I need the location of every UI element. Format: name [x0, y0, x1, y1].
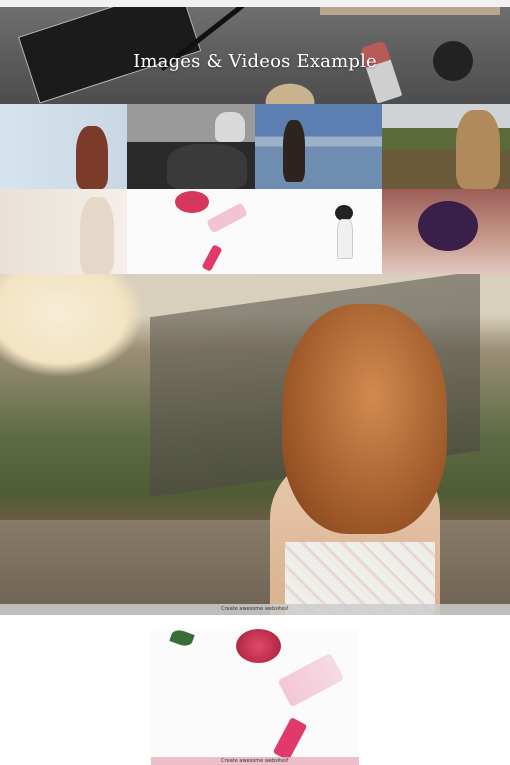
featured-image-caption: Create awesome websites!	[0, 604, 510, 615]
page-title: Images & Videos Example	[133, 51, 377, 72]
gallery-image-woman-white-dress[interactable]	[255, 189, 382, 274]
lipstick-image	[359, 40, 403, 104]
single-image-card[interactable]: Create awesome websites!	[151, 629, 359, 765]
gallery-image-bride-window[interactable]	[0, 189, 127, 274]
gallery-image-woman-river-landscape[interactable]	[382, 104, 510, 189]
rose-flower-image	[236, 629, 281, 663]
hero-banner: Images & Videos Example	[0, 7, 510, 104]
woman-curly-hair	[282, 304, 447, 534]
gallery-image-flowers-perfume-flatlay[interactable]	[127, 189, 255, 274]
image-gallery-grid	[0, 104, 510, 274]
perfume-bottle-image	[277, 652, 345, 708]
top-strip	[0, 0, 510, 7]
box-image	[320, 7, 500, 15]
featured-image[interactable]: Create awesome websites!	[0, 274, 510, 615]
gallery-image-woman-white-curtains[interactable]	[0, 104, 127, 189]
lipgloss-tube-image	[272, 717, 308, 761]
gallery-image-woman-sitting-sofa[interactable]	[127, 104, 255, 189]
single-image-caption: Create awesome websites!	[151, 757, 359, 765]
gallery-image-woman-lake-view[interactable]	[255, 104, 382, 189]
leaf-image	[169, 629, 195, 649]
gallery-image-woman-purple-hair[interactable]	[382, 189, 510, 274]
